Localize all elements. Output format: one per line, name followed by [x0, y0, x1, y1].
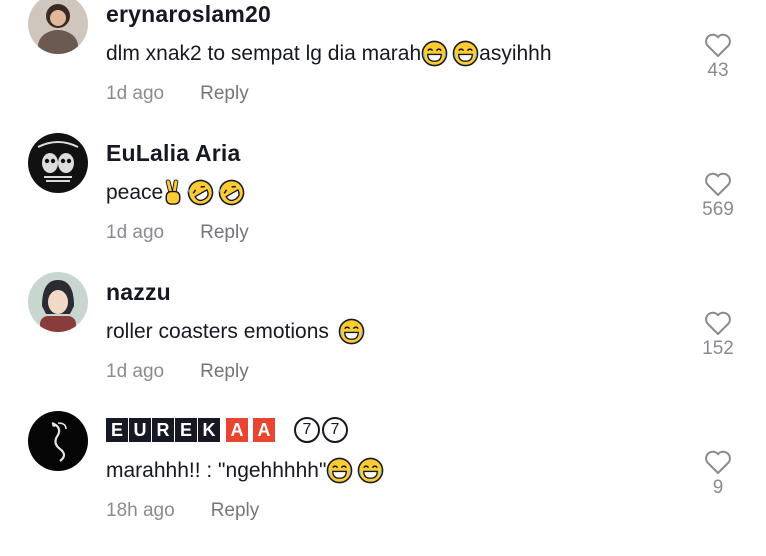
comment-meta: 18h ago Reply: [106, 500, 259, 522]
username-letter: E: [106, 418, 128, 442]
comment-text: peace: [106, 179, 245, 206]
comment-text-content: dlm xnak2 to sempat lg dia marah: [106, 41, 422, 65]
heart-outline-icon: [695, 449, 741, 475]
victory-hand-emoji-icon: [163, 179, 183, 206]
comment-username[interactable]: erynaroslam20: [106, 1, 271, 28]
comment-username[interactable]: E U R E K A A 7 7: [106, 415, 348, 443]
comment-time: 1d ago: [106, 83, 165, 104]
reply-button[interactable]: Reply: [200, 222, 249, 243]
username-letter: K: [198, 418, 220, 442]
comment-text-suffix: asyihhh: [479, 41, 552, 65]
comment-meta: 1d ago Reply: [106, 83, 249, 105]
username-letter: E: [175, 418, 197, 442]
comment-username[interactable]: EuLalia Aria: [106, 140, 240, 167]
reply-button[interactable]: Reply: [211, 500, 260, 521]
laugh-emoji-icon: [452, 40, 479, 67]
username-letter-red: A: [253, 418, 275, 442]
like-button[interactable]: 9: [695, 449, 741, 499]
comment-item: EuLalia Aria peace 1d ago Reply 569: [0, 133, 766, 278]
like-button[interactable]: 152: [695, 310, 741, 360]
avatar[interactable]: [28, 133, 88, 193]
comment-text-content: peace: [106, 180, 164, 204]
heart-outline-icon: [695, 32, 741, 58]
like-count: 569: [702, 199, 734, 220]
like-count: 43: [707, 60, 729, 81]
laugh-emoji-icon: [326, 457, 353, 484]
comment-item: erynaroslam20 dlm xnak2 to sempat lg dia…: [0, 0, 766, 139]
username-circled-digit: 7: [294, 417, 320, 443]
laugh-emoji-icon: [421, 40, 448, 67]
heart-outline-icon: [695, 171, 741, 197]
rolling-on-floor-laughing-emoji-icon: [218, 179, 245, 206]
comment-meta: 1d ago Reply: [106, 361, 249, 383]
comment-text: roller coasters emotions: [106, 318, 365, 345]
like-count: 152: [702, 338, 734, 359]
avatar[interactable]: [28, 272, 88, 332]
like-count: 9: [712, 477, 724, 498]
username-letter-red: A: [226, 418, 248, 442]
like-button[interactable]: 43: [695, 32, 741, 82]
laugh-emoji-icon: [357, 457, 384, 484]
rolling-on-floor-laughing-emoji-icon: [187, 179, 214, 206]
comment-item: E U R E K A A 7 7 marahhh!! : "ngehhhhh"…: [0, 411, 766, 556]
comment-time: 1d ago: [106, 361, 165, 382]
comment-text: marahhh!! : "ngehhhhh": [106, 457, 384, 484]
comment-text-content: marahhh!! : "ngehhhhh": [106, 458, 327, 482]
styled-username: E U R E K A A 7 7: [106, 417, 348, 443]
avatar[interactable]: [28, 0, 88, 54]
comment-text-content: roller coasters emotions: [106, 319, 329, 343]
comment-meta: 1d ago Reply: [106, 222, 249, 244]
comment-username[interactable]: nazzu: [106, 279, 171, 306]
username-letter: R: [152, 418, 174, 442]
heart-outline-icon: [695, 310, 741, 336]
username-circled-digit: 7: [322, 417, 348, 443]
comment-text: dlm xnak2 to sempat lg dia marah asyihhh: [106, 40, 552, 67]
username-letter: U: [129, 418, 151, 442]
comment-item: nazzu roller coasters emotions 1d ago Rep…: [0, 272, 766, 417]
reply-button[interactable]: Reply: [200, 83, 249, 104]
like-button[interactable]: 569: [695, 171, 741, 221]
reply-button[interactable]: Reply: [200, 361, 249, 382]
comment-time: 1d ago: [106, 222, 165, 243]
comment-time: 18h ago: [106, 500, 175, 521]
avatar[interactable]: [28, 411, 88, 471]
laugh-emoji-icon: [338, 318, 365, 345]
